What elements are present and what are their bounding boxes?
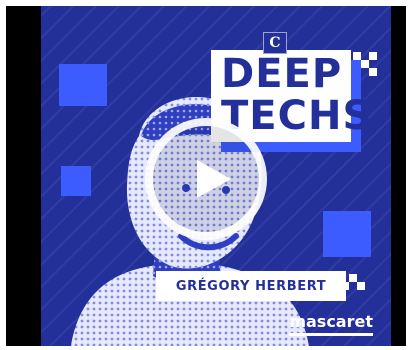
brand-underline bbox=[289, 333, 373, 336]
podcast-title-line1: DEEP bbox=[221, 51, 343, 97]
brand-name: mascaret bbox=[289, 312, 373, 331]
pixel-block bbox=[349, 274, 357, 282]
guest-name: GRÉGORY HERBERT bbox=[175, 278, 327, 294]
pixel-block bbox=[369, 52, 377, 60]
play-icon bbox=[197, 160, 231, 198]
accent-square bbox=[323, 211, 371, 257]
video-frame: C DEEP TECHS GRÉGORY HERBERT mascaret bbox=[6, 6, 406, 346]
pixel-block bbox=[353, 52, 361, 60]
pixel-block bbox=[369, 68, 377, 76]
guest-name-plate: GRÉGORY HERBERT bbox=[156, 271, 346, 301]
pixel-block bbox=[357, 282, 365, 290]
pixel-block bbox=[361, 60, 369, 68]
video-player: C DEEP TECHS GRÉGORY HERBERT mascaret bbox=[0, 0, 414, 350]
brand-logo: mascaret bbox=[289, 314, 373, 336]
play-button[interactable] bbox=[145, 118, 267, 240]
